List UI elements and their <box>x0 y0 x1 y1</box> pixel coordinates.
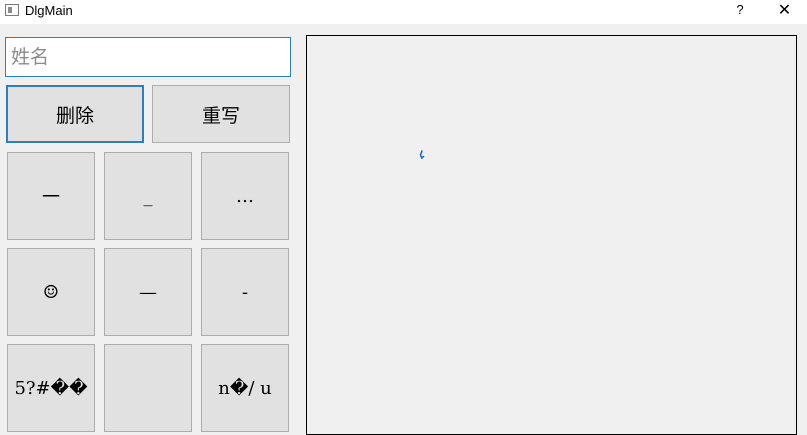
candidate-button-8[interactable] <box>104 344 192 432</box>
help-button[interactable]: ? <box>722 0 758 24</box>
title-bar: DlgMain ? ✕ <box>0 0 807 24</box>
candidate-button-7[interactable]: 5?#�� <box>7 344 95 432</box>
candidate-button-2[interactable]: _ <box>104 152 192 240</box>
ink-stroke <box>419 150 425 160</box>
candidate-button-9[interactable]: n�/ u <box>201 344 289 432</box>
candidate-button-6[interactable]: - <box>201 248 289 336</box>
delete-button[interactable]: 删除 <box>6 85 144 143</box>
rewrite-button[interactable]: 重写 <box>152 85 290 143</box>
candidate-button-5[interactable]: — <box>104 248 192 336</box>
close-button[interactable]: ✕ <box>762 0 807 24</box>
window-title: DlgMain <box>25 3 73 18</box>
name-input[interactable] <box>5 37 291 77</box>
handwriting-canvas[interactable] <box>306 35 797 435</box>
candidate-button-3[interactable]: … <box>201 152 289 240</box>
candidate-button-4[interactable]: ☺ <box>7 248 95 336</box>
candidate-button-1[interactable]: 一 <box>7 152 95 240</box>
app-window-icon <box>5 4 19 16</box>
